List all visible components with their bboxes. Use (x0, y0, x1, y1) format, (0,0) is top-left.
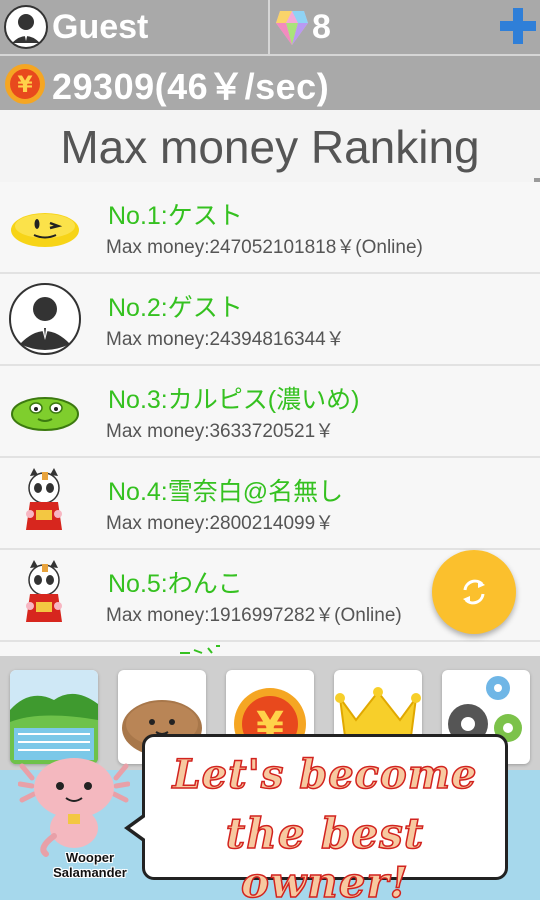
ranking-row-partial[interactable] (0, 642, 540, 656)
mascot-label-line-2: Salamander (53, 865, 127, 880)
ranking-row[interactable]: No.2:ゲスト Max money:24394816344￥ (0, 274, 540, 366)
slogan-line-1: Let's become (172, 750, 478, 799)
rank-name: No.3:カルピス(濃いめ) (108, 386, 360, 414)
ranking-row[interactable]: No.1:ケスト Max money:247052101818￥(Online) (0, 182, 540, 274)
guest-avatar-icon (4, 5, 48, 49)
money-amount: 29309(46￥/sec) (52, 66, 330, 107)
add-gems-button[interactable] (498, 6, 538, 46)
rank-name: No.5:わんこ (108, 570, 243, 598)
mascot-label: Wooper Salamander (42, 850, 138, 880)
yen-coin-icon: ¥ (5, 64, 45, 104)
money-display: ¥ 29309(46￥/sec) (0, 58, 540, 110)
panda-cat-icon (26, 560, 62, 622)
gem-icon (276, 11, 308, 45)
user-name: Guest (52, 7, 149, 46)
rank-name: No.1:ケスト (108, 202, 243, 230)
refresh-icon (463, 579, 485, 605)
rank-money: Max money:247052101818￥(Online) (106, 237, 423, 258)
green-blob-icon (11, 397, 79, 431)
axolotl-mascot-icon (18, 758, 130, 857)
speech-bubble: Let's become the best owner! (142, 734, 508, 907)
rank-money: Max money:2800214099￥ (106, 513, 335, 534)
ranking-title: Max money Ranking (60, 121, 480, 173)
rank-money: Max money:1916997282￥(Online) (106, 605, 402, 626)
svg-text:¥: ¥ (17, 73, 33, 98)
ranking-row[interactable]: No.4:雪奈白@名無し Max money:2800214099￥ (0, 458, 540, 550)
slogan-line-2: the best owner! (225, 808, 425, 907)
mascot-label-line-1: Wooper (65, 850, 115, 865)
rank-money: Max money:3633720521￥ (106, 421, 335, 442)
rank-name: No.4:雪奈白@名無し (108, 478, 344, 506)
gem-count: 8 (312, 7, 331, 46)
partial-row-text (180, 645, 220, 654)
speech-bubble-tail-inner (130, 815, 148, 841)
rank-money: Max money:24394816344￥ (106, 329, 345, 350)
rank-name: No.2:ゲスト (108, 294, 243, 322)
yellow-smiley-icon (11, 213, 79, 247)
refresh-button[interactable] (432, 550, 516, 634)
ranking-row[interactable]: No.3:カルピス(濃いめ) Max money:3633720521￥ (0, 366, 540, 458)
header-divider-horizontal (0, 54, 540, 56)
user-profile[interactable]: Guest (0, 0, 268, 54)
guest-avatar-icon (9, 283, 81, 355)
header-bar: Guest 8 ¥ 29309(46￥/sec) (0, 0, 540, 110)
header-divider (268, 0, 270, 54)
panda-cat-icon (26, 468, 62, 530)
